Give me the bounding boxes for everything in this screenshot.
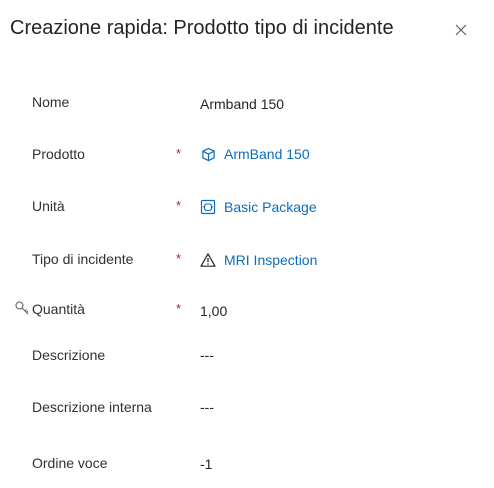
field-row-descrizione-interna: Descrizione interna ---	[0, 398, 494, 428]
field-value-descrizione-interna[interactable]: ---	[200, 398, 214, 416]
field-value-quantita[interactable]: 1,00	[200, 302, 227, 320]
field-label-descrizione-interna: Descrizione interna	[32, 399, 152, 415]
field-value-descrizione-text: ---	[200, 347, 214, 363]
field-label-descrizione: Descrizione	[32, 347, 106, 363]
field-value-descrizione[interactable]: ---	[200, 346, 214, 364]
required-marker: *	[176, 146, 182, 161]
field-value-ordine-voce-text: -1	[200, 456, 213, 472]
lock-icon	[14, 300, 30, 316]
product-lookup-link[interactable]: ArmBand 150	[200, 145, 310, 163]
field-value-nome[interactable]: Armband 150	[200, 95, 284, 113]
required-marker: *	[176, 251, 182, 266]
unit-lookup-link[interactable]: Basic Package	[200, 198, 317, 216]
close-icon	[455, 24, 467, 36]
required-marker: *	[176, 301, 182, 316]
unit-package-icon	[200, 199, 216, 215]
incident-type-lookup-text: MRI Inspection	[224, 252, 318, 268]
field-label-tipo-incidente: Tipo di incidente	[32, 251, 134, 267]
field-row-unita: Unità * Basic Package	[0, 197, 494, 227]
field-value-quantita-text: 1,00	[200, 303, 228, 319]
incident-type-lookup-link[interactable]: MRI Inspection	[200, 251, 317, 269]
field-row-descrizione: Descrizione ---	[0, 346, 494, 376]
field-label-unita: Unità	[32, 198, 65, 214]
field-row-tipo-incidente: Tipo di incidente * MRI Inspection	[0, 250, 494, 280]
page-title: Creazione rapida: Prodotto tipo di incid…	[10, 17, 394, 39]
unit-lookup-text: Basic Package	[224, 199, 317, 215]
field-label-prodotto: Prodotto	[32, 146, 85, 162]
field-label-ordine-voce: Ordine voce	[32, 455, 108, 471]
product-lookup-text: ArmBand 150	[224, 146, 310, 162]
field-row-ordine-voce: Ordine voce -1	[0, 454, 494, 484]
required-marker: *	[176, 198, 182, 213]
field-value-nome-text: Armband 150	[200, 96, 285, 112]
field-value-descrizione-interna-text: ---	[200, 399, 214, 415]
field-row-nome: Nome Armband 150	[0, 93, 494, 123]
field-label-quantita: Quantità	[32, 301, 85, 317]
field-value-ordine-voce[interactable]: -1	[200, 455, 212, 473]
warning-triangle-icon	[200, 252, 216, 268]
field-label-nome: Nome	[32, 94, 70, 110]
field-row-prodotto: Prodotto * ArmBand 150	[0, 145, 494, 175]
product-cube-icon	[200, 146, 216, 162]
close-button[interactable]	[450, 19, 472, 41]
field-row-quantita: Quantità * 1,00	[0, 300, 494, 330]
